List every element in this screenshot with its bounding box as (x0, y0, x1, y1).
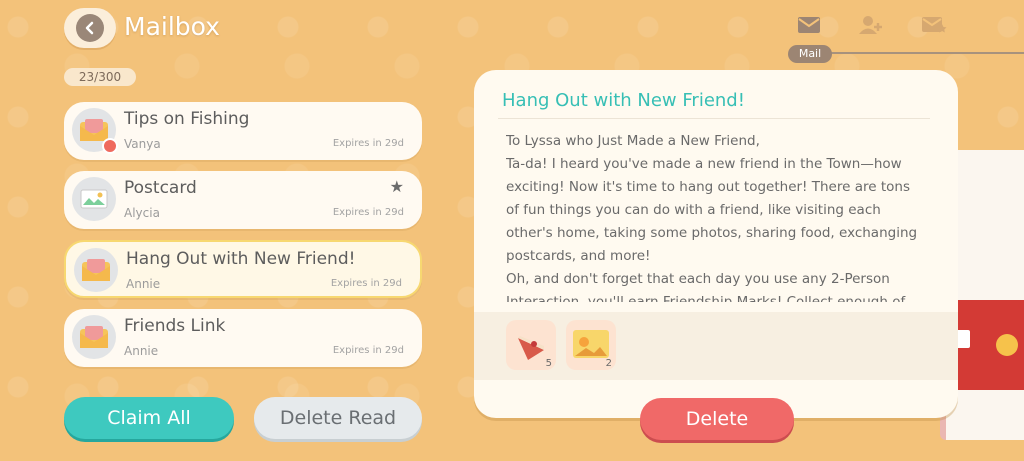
mail-title: Hang Out with New Friend! (126, 249, 356, 269)
attachment-count: 2 (605, 358, 612, 369)
list-item-selected[interactable]: Hang Out with New Friend! Annie Expires … (64, 240, 422, 298)
mail-expiry: Expires in 29d (332, 138, 404, 149)
back-arrow-icon (76, 14, 104, 42)
list-item[interactable]: Postcard ★ Alycia Expires in 29d (64, 171, 422, 229)
gift-badge-icon (102, 138, 118, 154)
mail-sender: Annie (126, 277, 161, 291)
delete-read-button[interactable]: Delete Read (254, 397, 422, 439)
back-button[interactable] (64, 8, 116, 48)
mail-title: Postcard (124, 178, 197, 198)
mail-counter: 23/300 (64, 68, 136, 86)
letter-paragraph: Ta-da! I heard you've made a new friend … (506, 156, 918, 264)
mail-title: Friends Link (124, 316, 226, 336)
letter-paragraph: To Lyssa who Just Made a New Friend, (506, 133, 760, 149)
envelope-icon (72, 315, 116, 359)
mailbox-knob (996, 334, 1018, 356)
letter-paragraph: Oh, and don't forget that each day you u… (506, 271, 906, 302)
starred-mail-icon[interactable] (921, 14, 947, 36)
list-item[interactable]: Tips on Fishing Vanya Expires in 29d (64, 102, 422, 160)
star-icon[interactable]: ★ (390, 177, 404, 196)
mail-expiry: Expires in 29d (330, 278, 402, 289)
attachment-count: 5 (545, 358, 552, 369)
delete-button[interactable]: Delete (640, 398, 794, 440)
mail-expiry: Expires in 29d (332, 345, 404, 356)
mail-title: Tips on Fishing (124, 109, 250, 129)
mail-expiry: Expires in 29d (332, 207, 404, 218)
attachments: 5 2 (474, 312, 958, 380)
letter-panel: Hang Out with New Friend! To Lyssa who J… (474, 70, 958, 418)
mail-sender: Alycia (124, 206, 160, 220)
add-friend-icon[interactable] (858, 14, 884, 36)
tab-mail-label: Mail (788, 45, 832, 63)
cake-slice-icon[interactable]: 5 (506, 320, 556, 370)
list-item[interactable]: Friends Link Annie Expires in 29d (64, 309, 422, 367)
envelope-icon (74, 248, 118, 292)
postcard-icon (72, 177, 116, 221)
page-title: Mailbox (124, 12, 220, 41)
divider (498, 118, 930, 119)
mail-icon[interactable] (796, 14, 822, 36)
mail-sender: Annie (124, 344, 159, 358)
letter-title: Hang Out with New Friend! (502, 90, 745, 111)
photo-card-icon[interactable]: 2 (566, 320, 616, 370)
letter-body[interactable]: To Lyssa who Just Made a New Friend, Ta-… (506, 130, 926, 302)
claim-all-button[interactable]: Claim All (64, 397, 234, 439)
mail-sender: Vanya (124, 137, 161, 151)
